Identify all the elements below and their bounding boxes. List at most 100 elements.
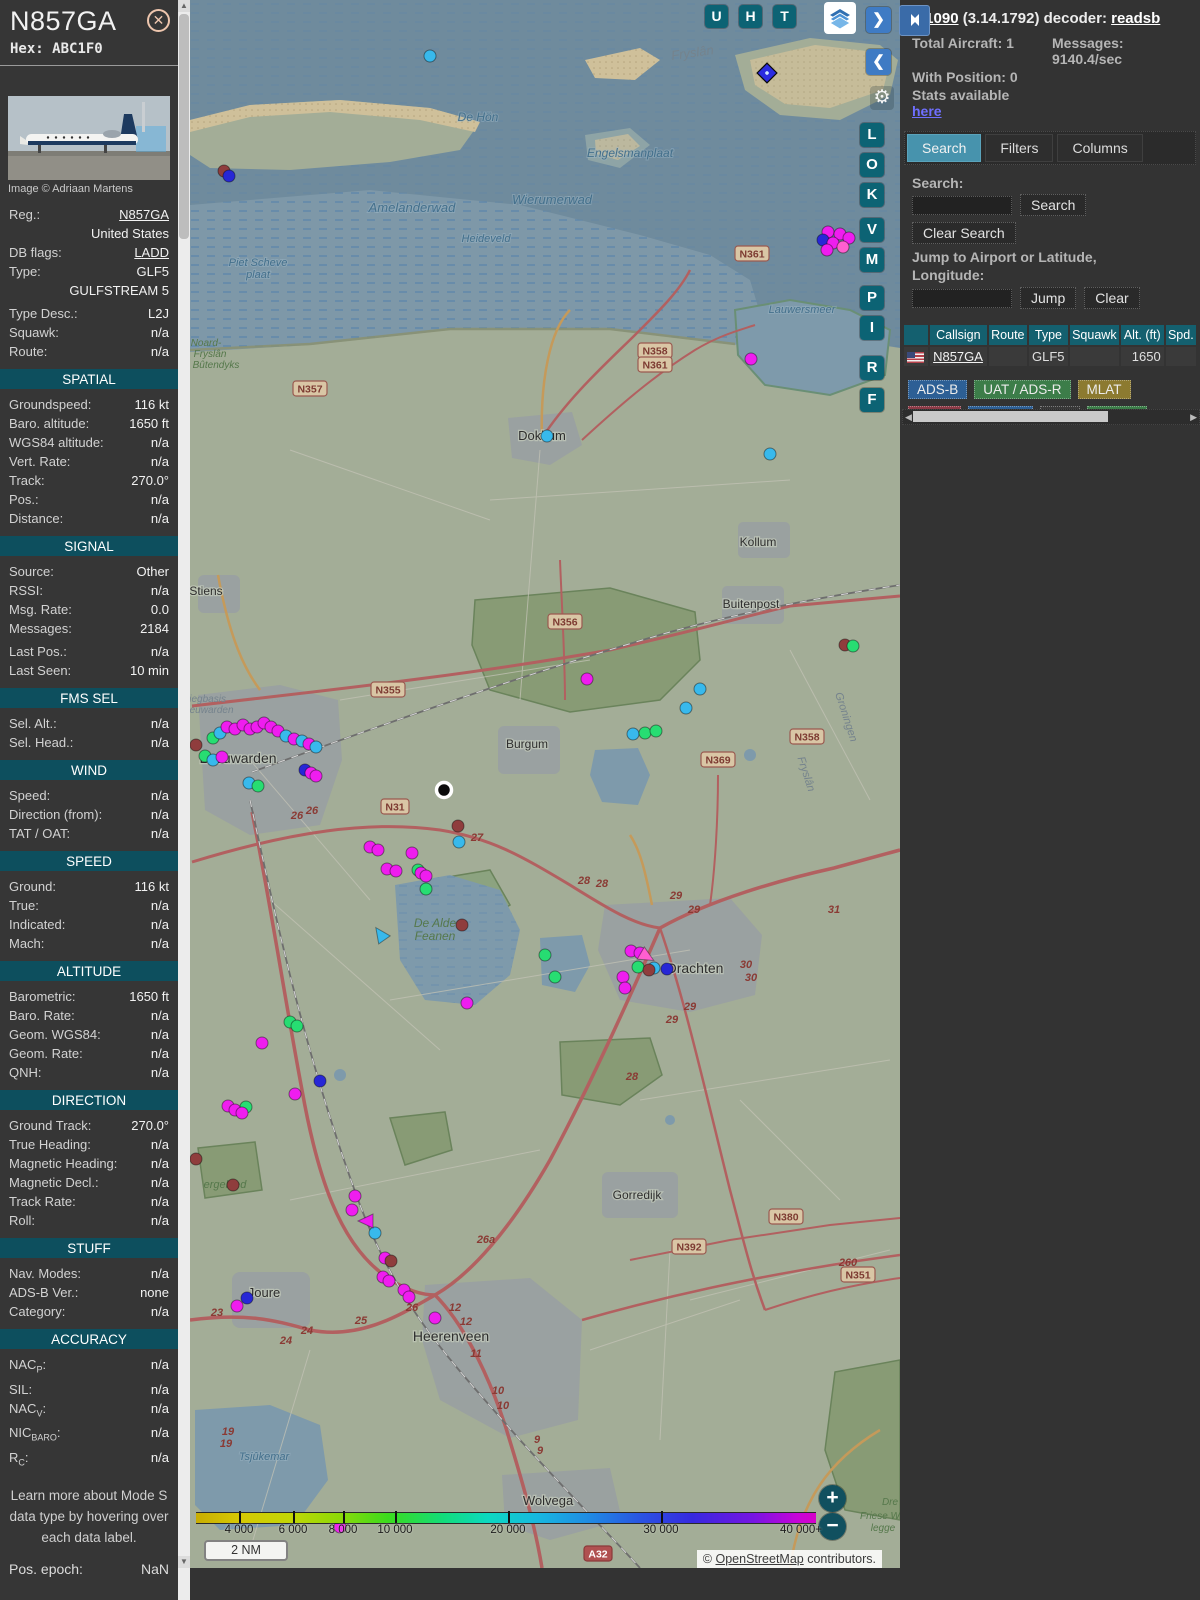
column-header-Route[interactable]: Route bbox=[989, 325, 1027, 345]
aircraft-photo[interactable] bbox=[8, 96, 170, 180]
map-button-h[interactable]: H bbox=[739, 5, 762, 28]
table-row[interactable]: N857GAGLF51650 bbox=[904, 347, 1196, 366]
map-button-u[interactable]: U bbox=[705, 5, 728, 28]
trail-dot[interactable] bbox=[310, 741, 322, 753]
scroll-right-icon[interactable]: ▶ bbox=[1190, 411, 1197, 423]
trail-dot[interactable] bbox=[541, 430, 553, 442]
trail-dot[interactable] bbox=[424, 50, 436, 62]
column-header-Spd.[interactable]: Spd. bbox=[1166, 325, 1196, 345]
trail-dot[interactable] bbox=[372, 844, 384, 856]
layers-icon[interactable] bbox=[824, 2, 856, 34]
trail-dot[interactable] bbox=[241, 1292, 253, 1304]
trail-dot[interactable] bbox=[420, 870, 432, 882]
column-header-Type[interactable]: Type bbox=[1029, 325, 1068, 345]
filter-chip-uat-ads-r[interactable]: UAT / ADS-R bbox=[974, 380, 1070, 399]
map-button-i[interactable]: I bbox=[860, 316, 884, 340]
trail-dot[interactable] bbox=[369, 1227, 381, 1239]
tab-filters[interactable]: Filters bbox=[985, 134, 1053, 162]
hscroll-thumb[interactable] bbox=[913, 411, 1108, 422]
trail-dot[interactable] bbox=[385, 1255, 397, 1267]
column-header-Squawk[interactable]: Squawk bbox=[1070, 325, 1119, 345]
callsign-link[interactable]: N857GA bbox=[933, 349, 983, 364]
trail-dot[interactable] bbox=[639, 727, 651, 739]
scroll-left-icon[interactable]: ◀ bbox=[905, 411, 912, 423]
map-button-l[interactable]: L bbox=[860, 123, 884, 147]
close-icon[interactable]: ✕ bbox=[147, 9, 170, 32]
column-header-icon[interactable] bbox=[904, 325, 928, 345]
trail-dot[interactable] bbox=[390, 865, 402, 877]
search-button[interactable]: Search bbox=[1020, 194, 1086, 216]
trail-dot[interactable] bbox=[539, 949, 551, 961]
jump-input[interactable] bbox=[912, 289, 1012, 308]
map-button-p[interactable]: P bbox=[860, 286, 884, 310]
column-header-Callsign[interactable]: Callsign bbox=[930, 325, 987, 345]
search-input[interactable] bbox=[912, 196, 1012, 215]
trail-dot[interactable] bbox=[429, 1312, 441, 1324]
scrollbar-thumb[interactable] bbox=[179, 14, 189, 239]
trail-dot[interactable] bbox=[745, 353, 757, 365]
jump-clear-button[interactable]: Clear bbox=[1084, 287, 1139, 309]
gear-icon[interactable]: ⚙ bbox=[870, 86, 894, 110]
trail-dot[interactable] bbox=[619, 982, 631, 994]
trail-dot[interactable] bbox=[403, 1291, 415, 1303]
trail-dot[interactable] bbox=[549, 971, 561, 983]
trail-dot[interactable] bbox=[291, 1020, 303, 1032]
trail-dot[interactable] bbox=[461, 997, 473, 1009]
trail-dot[interactable] bbox=[383, 1275, 395, 1287]
map-button-v[interactable]: V bbox=[860, 218, 884, 242]
trail-dot[interactable] bbox=[650, 725, 662, 737]
trail-dot[interactable] bbox=[420, 883, 432, 895]
map-button-m[interactable]: M bbox=[860, 248, 884, 272]
trail-dot[interactable] bbox=[216, 751, 228, 763]
map[interactable]: 2626272828292931303029292826a25242423261… bbox=[190, 0, 900, 1568]
trail-dot[interactable] bbox=[764, 448, 776, 460]
panel-toggle-button[interactable] bbox=[899, 5, 930, 36]
trail-dot[interactable] bbox=[627, 728, 639, 740]
filter-chip-mlat[interactable]: MLAT bbox=[1078, 380, 1131, 399]
trail-dot[interactable] bbox=[821, 244, 833, 256]
column-header-Alt. (ft)[interactable]: Alt. (ft) bbox=[1121, 325, 1164, 345]
sidebar-expand-icon[interactable]: ❯ bbox=[866, 7, 891, 33]
trail-dot[interactable] bbox=[349, 1190, 361, 1202]
stats-here-link[interactable]: here bbox=[912, 103, 1190, 119]
map-button-r[interactable]: R bbox=[860, 356, 884, 380]
osm-link[interactable]: OpenStreetMap bbox=[715, 1552, 803, 1566]
trail-dot[interactable] bbox=[581, 673, 593, 685]
trail-dot[interactable] bbox=[617, 971, 629, 983]
trail-dot[interactable] bbox=[406, 847, 418, 859]
tab-columns[interactable]: Columns bbox=[1057, 134, 1142, 162]
info-link[interactable]: LADD bbox=[134, 245, 169, 260]
map-button-o[interactable]: O bbox=[860, 153, 884, 177]
scroll-down-icon[interactable]: ▼ bbox=[178, 1556, 190, 1568]
trail-dot[interactable] bbox=[456, 919, 468, 931]
sidebar-collapse-icon[interactable]: ❮ bbox=[866, 49, 891, 75]
horizontal-scrollbar[interactable]: ◀ ▶ bbox=[902, 409, 1200, 425]
trail-dot[interactable] bbox=[847, 640, 859, 652]
clear-search-button[interactable]: Clear Search bbox=[912, 222, 1016, 244]
trail-dot[interactable] bbox=[236, 1107, 248, 1119]
jump-button[interactable]: Jump bbox=[1020, 287, 1076, 309]
trail-dot[interactable] bbox=[314, 1075, 326, 1087]
zoom-in-button[interactable]: + bbox=[819, 1485, 846, 1512]
trail-dot[interactable] bbox=[452, 820, 464, 832]
trail-dot[interactable] bbox=[680, 702, 692, 714]
trail-dot[interactable] bbox=[252, 780, 264, 792]
sidebar-scrollbar[interactable]: ▲ ▼ bbox=[178, 0, 190, 1600]
trail-dot[interactable] bbox=[190, 739, 202, 751]
trail-dot[interactable] bbox=[694, 683, 706, 695]
map-button-t[interactable]: T bbox=[773, 5, 796, 28]
selected-aircraft-marker[interactable] bbox=[437, 783, 452, 798]
trail-dot[interactable] bbox=[632, 961, 644, 973]
readsb-link[interactable]: readsb bbox=[1111, 10, 1160, 27]
trail-dot[interactable] bbox=[346, 1204, 358, 1216]
trail-dot[interactable] bbox=[310, 770, 322, 782]
trail-dot[interactable] bbox=[643, 964, 655, 976]
scroll-up-icon[interactable]: ▲ bbox=[178, 0, 190, 12]
trail-dot[interactable] bbox=[231, 1300, 243, 1312]
trail-dot[interactable] bbox=[190, 1153, 202, 1165]
trail-dot[interactable] bbox=[837, 241, 849, 253]
zoom-out-button[interactable]: − bbox=[819, 1513, 846, 1540]
trail-dot[interactable] bbox=[256, 1037, 268, 1049]
map-button-k[interactable]: K bbox=[860, 183, 884, 207]
trail-dot[interactable] bbox=[453, 836, 465, 848]
